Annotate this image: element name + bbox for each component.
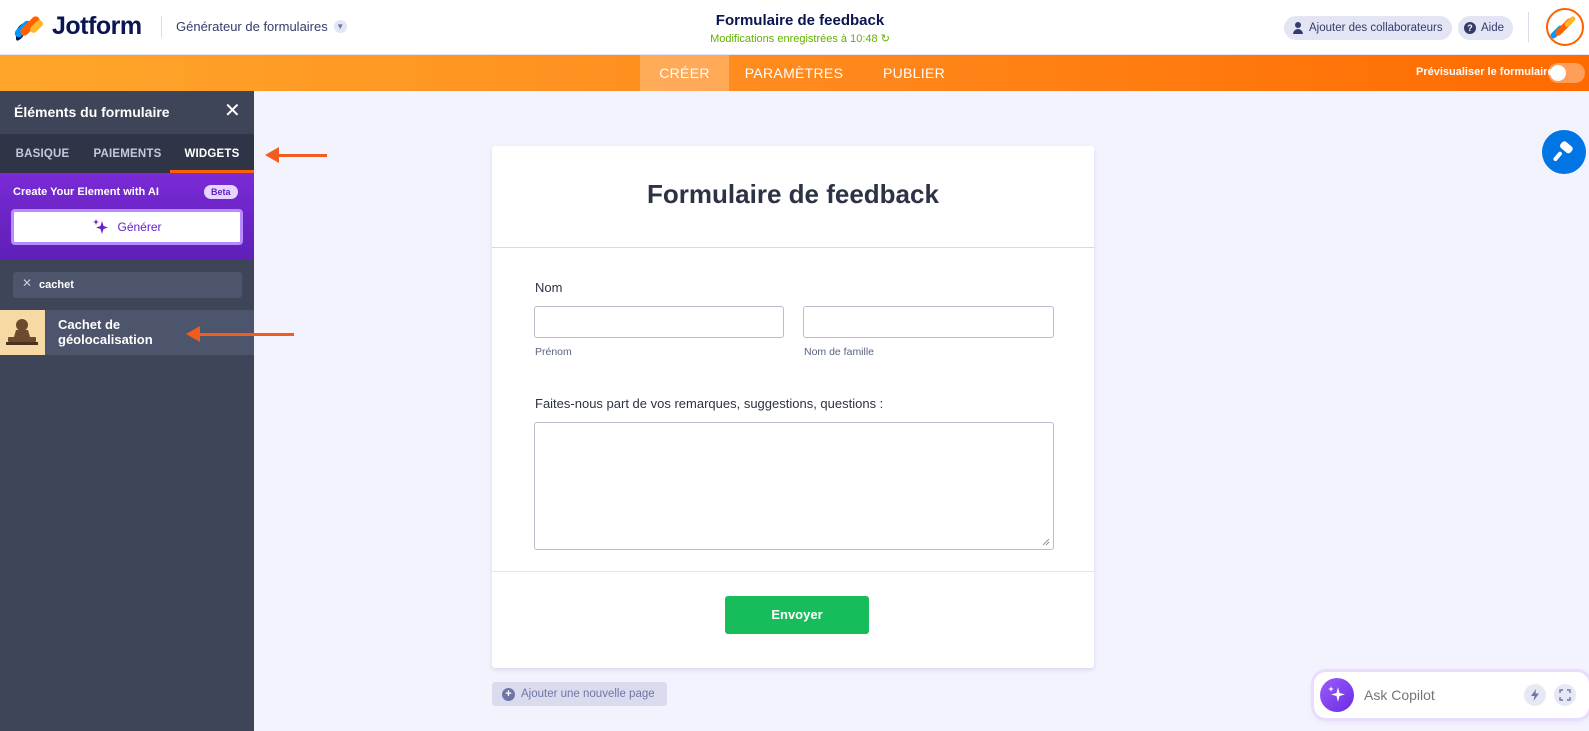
comments-label[interactable]: Faites-nous part de vos remarques, sugge… [535, 396, 883, 411]
save-status-text: Modifications enregistrées à 10:48 [710, 33, 878, 45]
main-nav: CRÉER PARAMÈTRES PUBLIER Prévisualiser l… [0, 55, 1589, 91]
lightning-icon[interactable] [1524, 684, 1546, 706]
expand-icon[interactable] [1554, 684, 1576, 706]
widget-search: ✕ [13, 272, 242, 298]
paint-roller-icon [1553, 141, 1573, 162]
sparkle-icon [93, 219, 109, 234]
clear-search-icon[interactable]: ✕ [22, 276, 32, 290]
tab-basic[interactable]: BASIQUE [0, 135, 85, 173]
copilot-sparkle-icon[interactable] [1320, 678, 1354, 712]
panel-tabs: BASIQUE PAIEMENTS WIDGETS [0, 135, 254, 173]
panel-header: Éléments du formulaire ✕ [0, 91, 254, 135]
close-icon[interactable]: ✕ [224, 101, 241, 121]
top-bar: Jotform Générateur de formulaires ▼ Form… [0, 0, 1589, 55]
tab-widgets[interactable]: WIDGETS [170, 135, 254, 173]
submit-button[interactable]: Envoyer [725, 596, 869, 634]
name-label[interactable]: Nom [535, 280, 562, 295]
help-label: Aide [1481, 22, 1505, 34]
tab-create[interactable]: CRÉER [640, 55, 729, 91]
ai-title: Create Your Element with AI [13, 186, 159, 198]
ask-copilot-input[interactable] [1364, 683, 1514, 707]
form-elements-panel: Éléments du formulaire ✕ BASIQUE PAIEMEN… [0, 91, 254, 731]
first-name-field[interactable] [534, 306, 784, 338]
divider [1528, 12, 1529, 42]
add-page-button[interactable]: + Ajouter une nouvelle page [492, 682, 667, 706]
form-heading[interactable]: Formulaire de feedback [492, 179, 1094, 210]
add-collaborators-button[interactable]: Ajouter des collaborateurs [1284, 16, 1452, 40]
preview-label: Prévisualiser le formulaire [1416, 66, 1554, 78]
form-designer-button[interactable] [1542, 130, 1586, 174]
panel-title: Éléments du formulaire [14, 104, 170, 120]
last-name-field[interactable] [803, 306, 1054, 338]
last-name-sublabel: Nom de famille [804, 346, 875, 358]
plus-icon: + [502, 687, 515, 701]
form-canvas: Formulaire de feedback Nom Prénom Nom de… [492, 146, 1094, 668]
preview-toggle[interactable] [1548, 63, 1585, 83]
divider [492, 247, 1094, 248]
refresh-icon[interactable]: ↻ [881, 33, 890, 45]
annotation-arrow [265, 147, 327, 163]
avatar[interactable] [1546, 8, 1584, 46]
generate-label: Générer [117, 220, 162, 234]
ai-element-box: Create Your Element with AI Beta Générer [0, 173, 254, 259]
add-collaborators-label: Ajouter des collaborateurs [1309, 22, 1443, 34]
search-input[interactable] [39, 272, 237, 298]
beta-badge: Beta [204, 185, 238, 199]
first-name-sublabel: Prénom [535, 346, 572, 358]
tab-publish[interactable]: PUBLIER [874, 55, 954, 91]
resize-handle-icon[interactable] [1042, 538, 1050, 546]
comments-textarea[interactable] [534, 422, 1054, 550]
annotation-arrow [186, 326, 294, 342]
help-button[interactable]: ? Aide [1458, 16, 1514, 40]
generate-button[interactable]: Générer [11, 209, 243, 245]
tab-settings[interactable]: PARAMÈTRES [735, 55, 853, 91]
copilot-bar [1314, 672, 1589, 718]
avatar-logo-icon [1550, 16, 1576, 39]
user-icon [1292, 22, 1304, 34]
stamp-icon [0, 310, 45, 355]
divider [492, 571, 1094, 572]
tab-payments[interactable]: PAIEMENTS [85, 135, 170, 173]
add-page-label: Ajouter une nouvelle page [521, 688, 655, 700]
help-icon: ? [1464, 22, 1476, 34]
